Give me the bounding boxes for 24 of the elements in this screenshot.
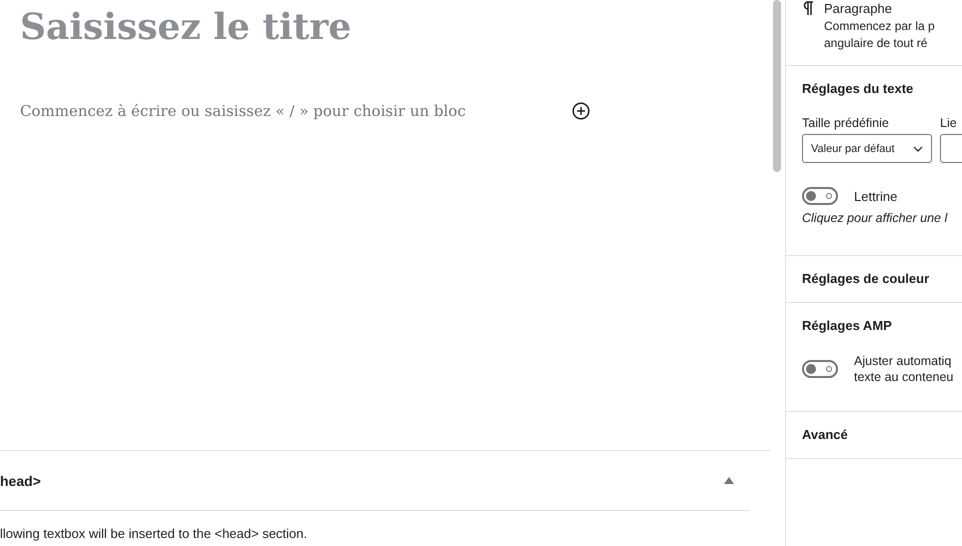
chevron-down-icon <box>913 146 923 152</box>
scrollbar-thumb[interactable] <box>773 0 781 172</box>
toggle-switch[interactable] <box>802 360 838 378</box>
block-description: angulaire de tout ré <box>824 35 928 52</box>
meta-box-description: llowing textbox will be inserted to the <head> section. <box>0 526 308 541</box>
toggle-label: Lettrine <box>854 188 898 204</box>
block-description: Commencez par la p <box>824 18 935 35</box>
toggle-switch[interactable] <box>802 187 838 205</box>
collapse-caret-icon[interactable] <box>724 477 734 484</box>
toggle-label: Ajuster automatiq <box>854 353 952 369</box>
block-placeholder[interactable]: Commencez à écrire ou saisissez « / » pour choisir un bloc <box>20 102 466 120</box>
meta-box-title: head> <box>0 472 41 488</box>
panel-heading[interactable]: Réglages du texte <box>802 66 962 112</box>
panel-heading[interactable]: Réglages de couleur <box>802 256 962 302</box>
add-block-icon[interactable] <box>572 102 590 120</box>
toggle-label: texte au conteneu <box>854 369 954 385</box>
block-name: Paragraphe <box>824 0 893 18</box>
paragraph-icon <box>802 1 814 15</box>
panel-heading[interactable]: Avancé <box>802 412 962 458</box>
field-label: Lie <box>940 116 958 130</box>
field-label: Taille prédéfinie <box>802 116 890 130</box>
preset-size-select[interactable]: Valeur par défaut <box>802 134 932 163</box>
panel-heading[interactable]: Réglages AMP <box>802 303 962 349</box>
help-text: Cliquez pour afficher une l <box>802 211 948 227</box>
